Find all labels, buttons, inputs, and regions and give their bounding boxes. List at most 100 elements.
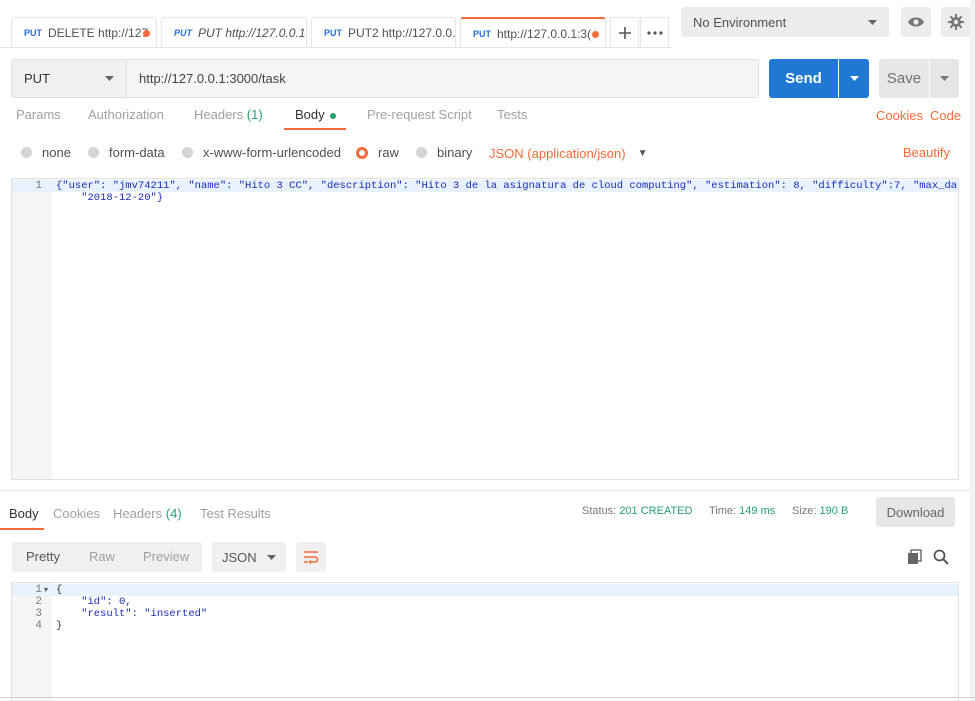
radio-label: form-data (109, 145, 165, 160)
line-number: 4 (35, 620, 42, 632)
new-tab-button[interactable] (610, 17, 639, 48)
environment-label: No Environment (693, 14, 787, 30)
code-line: "id": 0, (56, 596, 132, 608)
size-label: Size: (792, 505, 817, 517)
status-value: 201 CREATED (619, 505, 693, 517)
response-body-viewer[interactable]: 1 ▾ 2 3 4 { "id": 0, "result": "inserted… (11, 582, 959, 701)
tab-params[interactable]: Params (16, 107, 61, 122)
chevron-down-icon (105, 76, 114, 81)
request-body-editor[interactable]: 1 {"user": "jmv74211", "name": "Hito 3 C… (11, 178, 959, 480)
radio-label: binary (437, 145, 473, 160)
radio-label: none (42, 145, 71, 160)
format-label: JSON (222, 549, 257, 565)
time-meta: Time: 149 ms (709, 505, 775, 517)
cookies-link[interactable]: Cookies (876, 108, 923, 123)
code-line: "result": "inserted" (56, 608, 208, 620)
line-number: 1 (35, 584, 42, 596)
response-tab-test-results[interactable]: Test Results (200, 506, 271, 521)
body-mode-binary[interactable]: binary (416, 145, 472, 160)
radio-icon (182, 147, 193, 158)
body-mode-urlencoded[interactable]: x-www-form-urlencoded (182, 145, 341, 160)
line-number: 1 (35, 180, 42, 192)
copy-button[interactable] (906, 548, 924, 566)
size-meta: Size: 190 B (792, 505, 848, 517)
tabs-divider (0, 47, 672, 48)
tab-method: PUT (174, 28, 192, 38)
radio-selected-icon (356, 146, 368, 159)
bottom-border (0, 697, 975, 698)
time-value: 149 ms (739, 505, 776, 517)
content-type-label: JSON (application/json) (489, 146, 626, 161)
tab-body-label: Body (295, 107, 325, 122)
chevron-down-icon (849, 76, 859, 81)
tab-title: http://127.0.0.1:3( (497, 26, 592, 41)
tab-prerequest-script[interactable]: Pre-request Script (367, 107, 472, 122)
tab-title: PUT2 http://127.0.0.1 (348, 26, 456, 40)
environment-select[interactable]: No Environment (681, 7, 889, 37)
body-mode-none[interactable]: none (21, 145, 71, 160)
line-number: 2 (35, 596, 42, 608)
tab-method: PUT (324, 28, 342, 38)
save-options-button[interactable] (930, 59, 959, 98)
send-button[interactable]: Send (769, 59, 838, 98)
tab-options-button[interactable] (640, 17, 669, 48)
request-tab-1[interactable]: PUT DELETE http://127 (11, 17, 157, 48)
gear-icon (948, 14, 964, 30)
active-tab-underline (284, 128, 346, 130)
send-options-button[interactable] (839, 59, 869, 98)
more-horizontal-icon (646, 31, 663, 35)
tab-tests[interactable]: Tests (497, 107, 527, 122)
response-tab-headers[interactable]: Headers (4) (113, 506, 182, 521)
tab-body[interactable]: Body (295, 107, 336, 122)
response-format-select[interactable]: JSON (212, 542, 286, 572)
response-headers-count: (4) (165, 506, 182, 521)
fold-caret-icon[interactable]: ▾ (44, 585, 48, 594)
unsaved-dot-icon (592, 31, 599, 38)
line-number: 3 (35, 608, 42, 620)
time-label: Time: (709, 505, 737, 517)
view-raw-button[interactable]: Raw (89, 549, 115, 564)
response-tab-cookies[interactable]: Cookies (53, 506, 100, 521)
content-type-select[interactable]: JSON (application/json) ▼ (489, 146, 647, 161)
code-line: "2018-12-20"} (56, 192, 164, 204)
status-meta: Status: 201 CREATED (582, 505, 692, 517)
view-preview-button[interactable]: Preview (143, 549, 189, 564)
request-tab-2[interactable]: PUT PUT http://127.0.0.1:3 (161, 17, 307, 48)
tab-headers[interactable]: Headers (1) (194, 107, 263, 122)
window-scrollbar[interactable] (970, 0, 975, 701)
method-select[interactable]: PUT (11, 59, 127, 98)
download-button[interactable]: Download (876, 497, 955, 527)
radio-icon (88, 147, 99, 158)
search-button[interactable] (932, 548, 950, 566)
tab-title: PUT http://127.0.0.1:3 (198, 26, 307, 40)
wrap-lines-button[interactable] (296, 542, 326, 572)
beautify-link[interactable]: Beautify (903, 145, 950, 160)
body-mode-raw[interactable]: raw (356, 145, 399, 160)
response-tab-body[interactable]: Body (9, 506, 39, 521)
status-label: Status: (582, 505, 617, 517)
chevron-down-icon (267, 554, 276, 560)
search-icon (933, 549, 949, 565)
request-tab-4[interactable]: PUT http://127.0.0.1:3( (460, 17, 606, 48)
environment-quick-look-button[interactable] (901, 7, 931, 37)
view-pretty-button[interactable]: Pretty (26, 549, 60, 564)
radio-icon (416, 147, 427, 158)
response-divider (0, 490, 975, 491)
request-tab-3[interactable]: PUT PUT2 http://127.0.0.1 (311, 17, 456, 48)
body-indicator-icon (329, 112, 336, 119)
copy-icon (908, 549, 922, 564)
active-line-highlight (12, 584, 958, 596)
eye-icon (908, 17, 924, 27)
settings-button[interactable] (941, 7, 971, 37)
tab-title: DELETE http://127 (48, 26, 149, 40)
body-mode-form-data[interactable]: form-data (88, 145, 165, 160)
code-line: {"user": "jmv74211", "name": "Hito 3 CC"… (56, 180, 959, 192)
code-line: { (56, 584, 63, 596)
url-input[interactable] (127, 59, 759, 98)
tab-authorization[interactable]: Authorization (88, 107, 164, 122)
response-active-underline (0, 528, 44, 530)
tab-method: PUT (24, 28, 42, 38)
code-link[interactable]: Code (930, 108, 961, 123)
wrap-lines-icon (304, 551, 319, 564)
save-button[interactable]: Save (879, 59, 929, 98)
